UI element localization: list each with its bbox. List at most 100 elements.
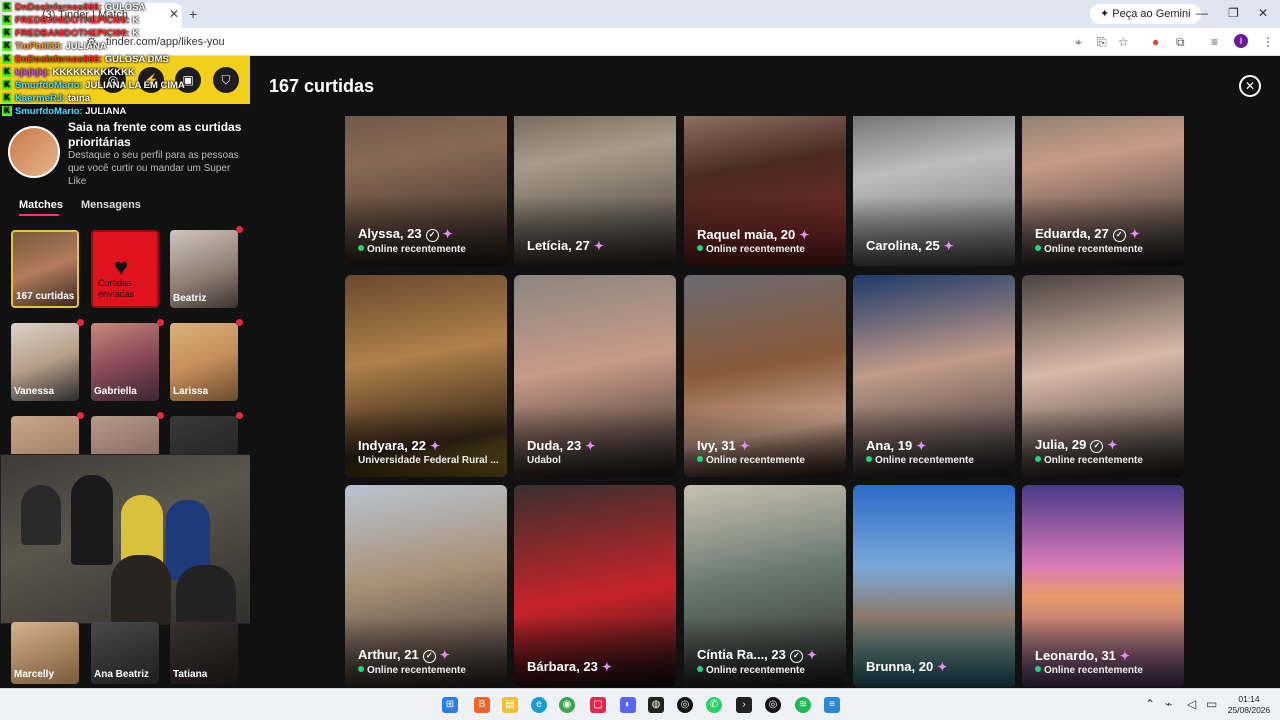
- github-icon[interactable]: ◎: [677, 697, 693, 713]
- clock-date: 25/08/2026: [1227, 705, 1271, 715]
- profile-card[interactable]: Letícia, 27 ✦: [514, 116, 676, 266]
- file-explorer-icon[interactable]: ▤: [502, 697, 518, 713]
- profile-card[interactable]: Duda, 23 ✦ Udabol: [514, 275, 676, 477]
- terminal-icon[interactable]: ›: [736, 697, 752, 713]
- chat-message: K DnDosInfernos666: GULOSA: [2, 2, 242, 15]
- match-card[interactable]: Vanessa: [11, 323, 79, 401]
- media-icon[interactable]: ≡: [1211, 35, 1218, 49]
- spotify-icon[interactable]: ≋: [795, 697, 811, 713]
- profile-status: Online recentemente: [1044, 244, 1143, 255]
- chat-username: kjkjkjkj:: [15, 67, 50, 78]
- minimize-icon[interactable]: —: [1196, 6, 1208, 20]
- profile-status: Online recentemente: [367, 244, 466, 255]
- avatar[interactable]: [8, 126, 60, 178]
- superlike-spark-icon: ✦: [1129, 227, 1140, 241]
- sidebar: ◎ ⚡ ▣ ⛉ Saia na frente com as curtidas p…: [0, 56, 300, 688]
- app-icon[interactable]: ▢: [590, 697, 606, 713]
- edge-icon[interactable]: e: [531, 697, 547, 713]
- location-icon[interactable]: ⌖: [1075, 35, 1082, 50]
- chrome-icon[interactable]: ◉: [559, 697, 575, 713]
- system-clock[interactable]: 01:14 25/08/2026: [1222, 694, 1276, 716]
- network-icon[interactable]: ⌁: [1165, 697, 1172, 711]
- install-app-icon[interactable]: ⎘: [1097, 35, 1107, 50]
- profile-name: Bárbara, 23: [527, 659, 598, 674]
- profile-name: Arthur, 21: [358, 647, 419, 662]
- profile-card[interactable]: Alyssa, 23 ✓ ✦ Online recentemente: [345, 116, 507, 266]
- github-desktop-icon[interactable]: ◎: [765, 697, 781, 713]
- match-card[interactable]: Beatriz: [170, 230, 238, 308]
- superlike-spark-icon: ✦: [601, 660, 612, 674]
- profile-card[interactable]: Cíntia Ra..., 23 ✓ ✦ Online recentemente: [684, 485, 846, 687]
- windows-start-icon[interactable]: ⊞: [442, 697, 458, 713]
- screen: (3) Tinder | Match ✕ + ✦ Peça ao Gemini …: [0, 0, 1280, 720]
- chat-text: JULIANA: [85, 106, 127, 117]
- profile-card[interactable]: Raquel maia, 20 ✦ Online recentemente: [684, 116, 846, 266]
- profile-card[interactable]: Ana, 19 ✦ Online recentemente: [853, 275, 1015, 477]
- profile-card[interactable]: Indyara, 22 ✦ Universidade Federal Rural .…: [345, 275, 507, 477]
- close-icon[interactable]: ✕: [1239, 75, 1261, 97]
- profile-name: Alyssa, 23: [358, 226, 422, 241]
- likes-card[interactable]: 167 curtidas: [11, 230, 79, 308]
- discord-icon[interactable]: ◐: [620, 697, 636, 713]
- extensions-icon[interactable]: ⧉: [1176, 35, 1185, 50]
- profile-status: Online recentemente: [1044, 665, 1143, 676]
- volume-icon[interactable]: ◁: [1187, 697, 1196, 711]
- match-card[interactable]: Larissa: [170, 323, 238, 401]
- profile-name: Brunna, 20: [866, 659, 934, 674]
- chat-text: GULOSA: [104, 2, 146, 13]
- superlike-spark-icon: ✦: [1107, 438, 1118, 452]
- match-name: Gabriella: [94, 386, 137, 397]
- sent-likes-card[interactable]: ♥ Curtidas enviadas: [91, 230, 159, 308]
- profile-name: Ana, 19: [866, 438, 913, 453]
- gemini-label: Peça ao Gemini: [1112, 8, 1191, 20]
- match-card[interactable]: Gabriella: [91, 323, 159, 401]
- whatsapp-icon[interactable]: ✆: [706, 697, 722, 713]
- profile-card[interactable]: Bárbara, 23 ✦: [514, 485, 676, 687]
- kick-badge-icon: K: [2, 93, 12, 104]
- chat-username: SmurfdoMario:: [15, 106, 83, 117]
- chat-username: DnDosInfernos666:: [15, 54, 103, 65]
- tinder-extension-icon[interactable]: ●: [1152, 35, 1159, 49]
- notepad-icon[interactable]: ≡: [824, 697, 840, 713]
- promo-title[interactable]: Saia na frente com as curtidas prioritár…: [68, 120, 244, 150]
- brave-icon[interactable]: B: [474, 697, 490, 713]
- profile-name: Duda, 23: [527, 438, 582, 453]
- obs-icon[interactable]: ◍: [648, 697, 664, 713]
- new-match-dot: [157, 412, 164, 419]
- profile-avatar[interactable]: I: [1234, 34, 1248, 48]
- tab-messages[interactable]: Mensagens: [81, 199, 141, 211]
- match-card[interactable]: Marcelly: [11, 622, 79, 684]
- verified-icon: ✓: [1112, 229, 1126, 242]
- profile-name: Carolina, 25: [866, 238, 940, 253]
- superlike-spark-icon: ✦: [799, 228, 810, 242]
- profile-card[interactable]: Brunna, 20 ✦: [853, 485, 1015, 687]
- profile-card[interactable]: Ivy, 31 ✦ Online recentemente: [684, 275, 846, 477]
- match-card[interactable]: Tatiana: [170, 622, 238, 684]
- restore-icon[interactable]: ❐: [1228, 6, 1239, 20]
- profile-status: Online recentemente: [1044, 455, 1143, 466]
- profile-card[interactable]: Julia, 29 ✓ ✦ Online recentemente: [1022, 275, 1184, 477]
- gemini-button[interactable]: ✦ Peça ao Gemini: [1090, 4, 1201, 24]
- superlike-spark-icon: ✦: [1119, 649, 1130, 663]
- profile-card[interactable]: Carolina, 25 ✦: [853, 116, 1015, 266]
- profile-card[interactable]: Arthur, 21 ✓ ✦ Online recentemente: [345, 485, 507, 687]
- likes-count-label: 167 curtidas: [16, 291, 75, 302]
- battery-icon[interactable]: ▭: [1206, 697, 1217, 711]
- chat-username: TioPhill33:: [15, 41, 63, 52]
- profile-name: Cíntia Ra..., 23: [697, 647, 786, 662]
- window-close-icon[interactable]: ✕: [1258, 6, 1268, 20]
- chat-message: K TioPhill33: JULIANA: [2, 41, 242, 54]
- match-card[interactable]: Ana Beatriz: [91, 622, 159, 684]
- profile-card[interactable]: Leonardo, 31 ✦ Online recentemente: [1022, 485, 1184, 687]
- profile-status: Udabol: [527, 455, 561, 466]
- bookmark-star-icon[interactable]: ☆: [1118, 35, 1129, 49]
- tab-matches[interactable]: Matches: [19, 199, 63, 211]
- verified-icon: ✓: [789, 650, 803, 663]
- verified-icon: ✓: [425, 229, 439, 242]
- profile-card[interactable]: Eduarda, 27 ✓ ✦ Online recentemente: [1022, 116, 1184, 266]
- superlike-spark-icon: ✦: [439, 648, 450, 662]
- menu-icon[interactable]: ⋮: [1262, 35, 1274, 49]
- person-silhouette: [21, 485, 61, 545]
- chevron-up-icon[interactable]: ⌃: [1145, 697, 1155, 711]
- profile-name: Indyara, 22: [358, 438, 426, 453]
